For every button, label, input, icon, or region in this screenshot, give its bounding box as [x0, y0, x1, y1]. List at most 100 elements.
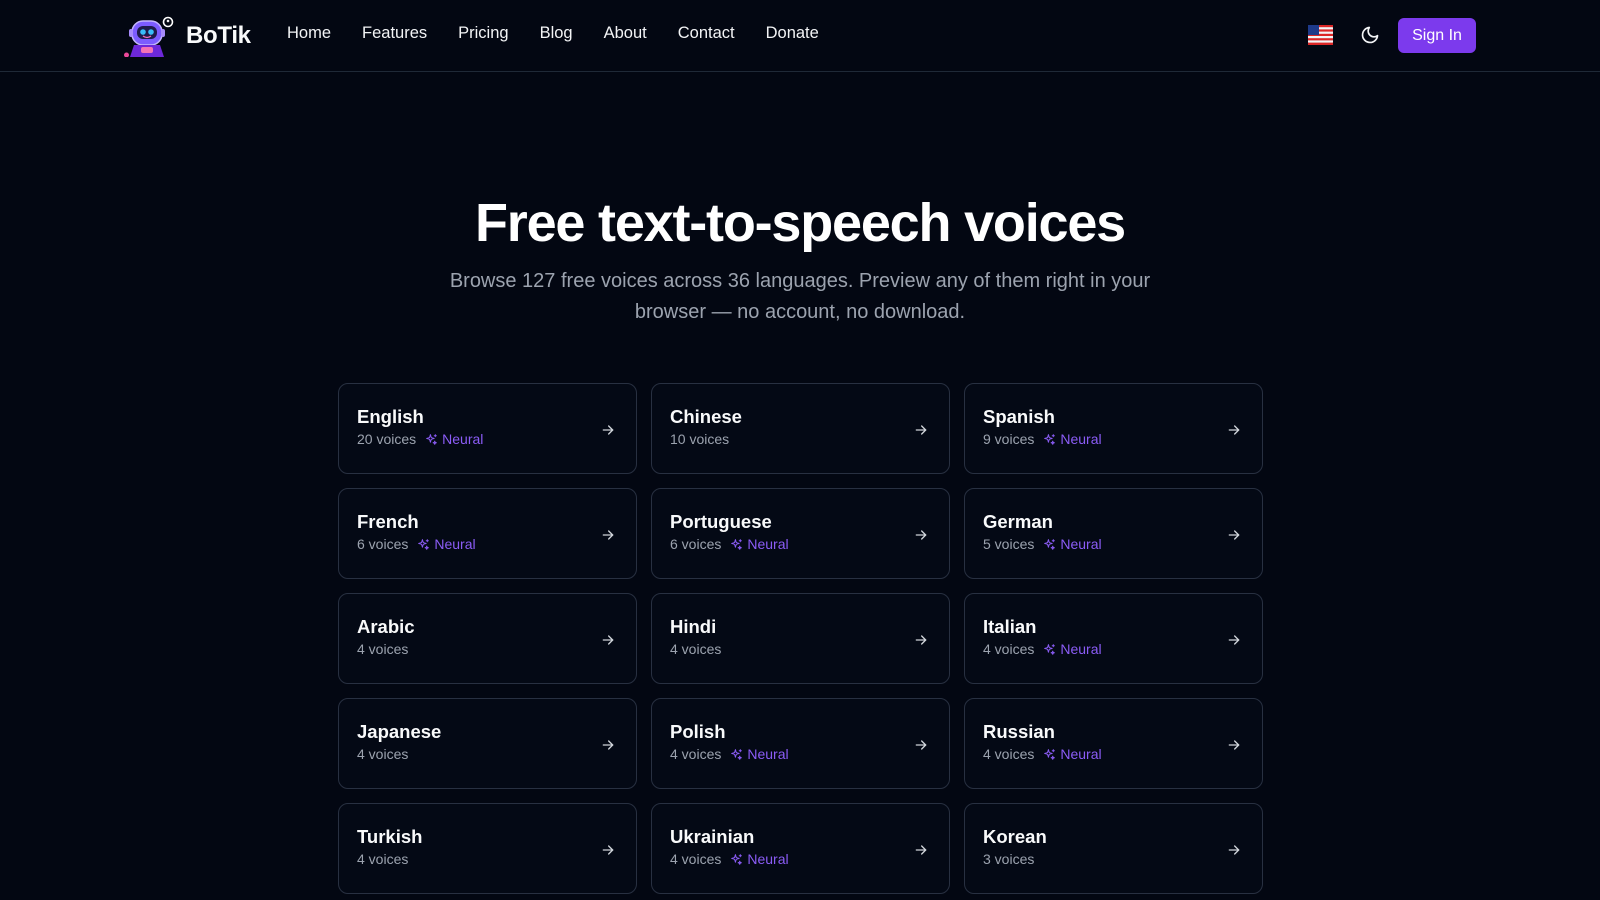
language-meta: 4 voices [357, 746, 408, 762]
language-name: Korean [983, 826, 1047, 847]
nav-pricing[interactable]: Pricing [458, 24, 508, 43]
voice-count: 10 voices [670, 431, 730, 447]
arrow-right-icon [915, 530, 927, 540]
language-meta: 4 voices [357, 851, 408, 867]
theme-toggle[interactable] [1360, 25, 1380, 45]
language-name: Russian [983, 721, 1055, 742]
arrow-right-icon [1228, 845, 1240, 855]
language-meta: 6 voices Neural [670, 536, 789, 552]
brand-logo-link[interactable]: BoTik [124, 10, 251, 62]
arrow-right-icon [602, 845, 614, 855]
voice-count: 6 voices [357, 536, 409, 552]
language-card-german[interactable]: German 5 voices Neural [964, 488, 1263, 579]
nav-about[interactable]: About [604, 24, 647, 43]
neural-badge: Neural [425, 431, 483, 447]
language-card-korean[interactable]: Korean 3 voices [964, 803, 1263, 894]
language-meta: 10 voices [670, 431, 729, 447]
nav-features[interactable]: Features [362, 24, 427, 43]
language-meta: 4 voices Neural [670, 851, 789, 867]
neural-label: Neural [1060, 746, 1102, 762]
language-meta: 9 voices Neural [983, 431, 1102, 447]
top-navbar: BoTik Home Features Pricing Blog About C… [0, 0, 1600, 72]
language-card-polish[interactable]: Polish 4 voices Neural [651, 698, 950, 789]
neural-badge: Neural [730, 536, 789, 552]
language-card-japanese[interactable]: Japanese 4 voices [338, 698, 637, 789]
language-card-italian[interactable]: Italian 4 voices Neural [964, 593, 1263, 684]
language-name: Italian [983, 616, 1037, 637]
neural-label: Neural [434, 536, 476, 552]
language-card-spanish[interactable]: Spanish 9 voices Neural [964, 383, 1263, 474]
voice-count: 9 voices [983, 431, 1035, 447]
language-name: Spanish [983, 406, 1055, 427]
language-name: French [357, 511, 419, 532]
language-name: Polish [670, 721, 726, 742]
voice-count: 4 voices [983, 641, 1035, 657]
arrow-right-icon [915, 425, 927, 435]
arrow-right-icon [602, 740, 614, 750]
language-card-french[interactable]: French 6 voices Neural [338, 488, 637, 579]
neural-badge: Neural [1043, 641, 1102, 657]
sparkle-icon [731, 853, 743, 865]
language-card-russian[interactable]: Russian 4 voices Neural [964, 698, 1263, 789]
sign-in-button[interactable]: Sign In [1398, 18, 1476, 53]
language-meta: 4 voices [670, 641, 721, 657]
language-name: Portuguese [670, 511, 772, 532]
neural-label: Neural [747, 746, 789, 762]
arrow-right-icon [1228, 635, 1240, 645]
language-name: Arabic [357, 616, 415, 637]
language-card-english[interactable]: English 20 voices Neural [338, 383, 637, 474]
voice-count: 4 voices [357, 746, 409, 762]
language-grid: English 20 voices Neural Chinese 10 voices Sp… [338, 383, 1263, 894]
sparkle-icon [426, 433, 438, 445]
sparkle-icon [1044, 538, 1056, 550]
language-name: Turkish [357, 826, 423, 847]
neural-label: Neural [442, 431, 484, 447]
brand-name: BoTik [186, 22, 251, 49]
arrow-right-icon [1228, 425, 1240, 435]
arrow-right-icon [602, 635, 614, 645]
language-meta: 6 voices Neural [357, 536, 476, 552]
neural-badge: Neural [417, 536, 476, 552]
sparkle-icon [1044, 433, 1056, 445]
neural-label: Neural [1060, 641, 1102, 657]
voice-count: 4 voices [357, 851, 409, 867]
arrow-right-icon [915, 740, 927, 750]
nav-contact[interactable]: Contact [678, 24, 735, 43]
language-card-ukrainian[interactable]: Ukrainian 4 voices Neural [651, 803, 950, 894]
arrow-right-icon [1228, 530, 1240, 540]
voice-count: 20 voices [357, 431, 417, 447]
neural-badge: Neural [730, 746, 789, 762]
arrow-right-icon [602, 530, 614, 540]
voice-count: 4 voices [670, 851, 722, 867]
moon-icon [1361, 26, 1379, 44]
language-card-turkish[interactable]: Turkish 4 voices [338, 803, 637, 894]
language-name: German [983, 511, 1053, 532]
neural-badge: Neural [1043, 746, 1102, 762]
neural-label: Neural [747, 851, 789, 867]
language-card-chinese[interactable]: Chinese 10 voices [651, 383, 950, 474]
sparkle-icon [418, 538, 430, 550]
language-card-hindi[interactable]: Hindi 4 voices [651, 593, 950, 684]
nav-blog[interactable]: Blog [540, 24, 573, 43]
language-card-arabic[interactable]: Arabic 4 voices [338, 593, 637, 684]
arrow-right-icon [1228, 740, 1240, 750]
voice-count: 4 voices [983, 746, 1035, 762]
main-nav: Home Features Pricing Blog About Contact… [287, 24, 819, 43]
nav-donate[interactable]: Donate [766, 24, 819, 43]
voice-count: 3 voices [983, 851, 1035, 867]
language-meta: 4 voices Neural [670, 746, 789, 762]
language-card-portuguese[interactable]: Portuguese 6 voices Neural [651, 488, 950, 579]
page-title: Free text-to-speech voices [474, 193, 1126, 253]
sparkle-icon [731, 748, 743, 760]
sparkle-icon [1044, 748, 1056, 760]
nav-home[interactable]: Home [287, 24, 331, 43]
language-meta: 4 voices Neural [983, 746, 1102, 762]
language-name: Japanese [357, 721, 442, 742]
us-flag-icon [1308, 25, 1333, 45]
robot-logo-icon [124, 16, 174, 57]
language-switcher[interactable] [1308, 25, 1333, 45]
language-name: Chinese [670, 406, 742, 427]
arrow-right-icon [915, 635, 927, 645]
sparkle-icon [1044, 643, 1056, 655]
neural-label: Neural [1060, 536, 1102, 552]
